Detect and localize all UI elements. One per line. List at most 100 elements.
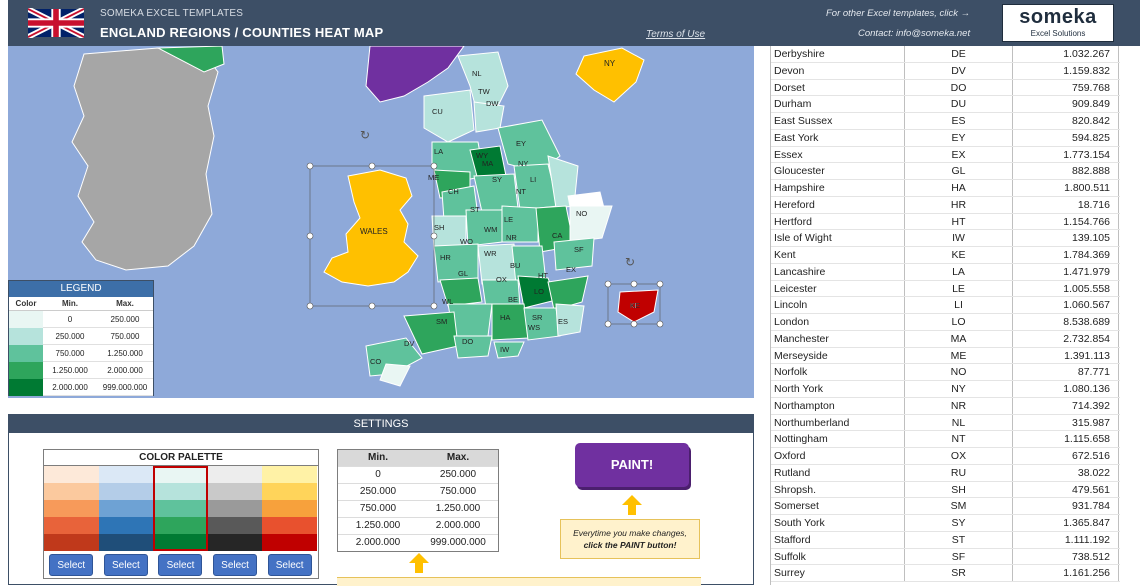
county-name-cell[interactable]: Northampton <box>771 397 905 414</box>
county-name-cell[interactable]: Essex <box>771 146 905 163</box>
range-max-input[interactable]: 250.000 <box>418 467 498 483</box>
county-code-cell[interactable]: DV <box>905 62 1013 79</box>
county-code-cell[interactable]: DU <box>905 96 1013 112</box>
county-code-cell[interactable]: ME <box>905 347 1013 364</box>
county-value-cell[interactable]: 1.154.766 <box>1013 213 1119 230</box>
county-name-cell[interactable]: Hereford <box>771 196 905 213</box>
county-value-cell[interactable]: 931.784 <box>1013 498 1119 514</box>
county-name-cell[interactable]: Derbyshire <box>771 46 905 62</box>
other-templates-link[interactable]: For other Excel templates, click → <box>826 8 970 19</box>
county-name-cell[interactable]: North York <box>771 381 905 397</box>
county-name-cell[interactable]: Devon <box>771 62 905 79</box>
county-value-cell[interactable]: 1.365.847 <box>1013 515 1119 531</box>
range-max-input[interactable]: 999.000.000 <box>418 535 498 551</box>
county-code-cell[interactable]: IW <box>905 230 1013 246</box>
county-value-cell[interactable]: 315.987 <box>1013 414 1119 431</box>
county-code-cell[interactable]: NR <box>905 397 1013 414</box>
range-min-input[interactable]: 0 <box>338 467 418 483</box>
county-code-cell[interactable]: SY <box>905 515 1013 531</box>
county-value-cell[interactable]: 1.391.113 <box>1013 347 1119 364</box>
county-code-cell[interactable]: NY <box>905 381 1013 397</box>
county-code-cell[interactable]: SR <box>905 565 1013 581</box>
county-code-cell[interactable]: LA <box>905 263 1013 280</box>
select-palette-1-button[interactable]: Select <box>49 554 94 576</box>
county-code-cell[interactable]: LI <box>905 297 1013 313</box>
county-code-cell[interactable]: LO <box>905 314 1013 330</box>
range-max-input[interactable]: 1.250.000 <box>418 501 498 517</box>
county-value-cell[interactable]: 1.115.658 <box>1013 431 1119 447</box>
county-code-cell[interactable]: SM <box>905 498 1013 514</box>
contact-email[interactable]: Contact: info@someka.net <box>858 28 970 39</box>
county-code-cell[interactable]: MA <box>905 330 1013 347</box>
county-code-cell[interactable]: RU <box>905 464 1013 481</box>
county-value-cell[interactable]: 1.080.136 <box>1013 381 1119 397</box>
county-value-cell[interactable]: 1.773.154 <box>1013 146 1119 163</box>
county-value-cell[interactable]: 882.888 <box>1013 163 1119 179</box>
county-value-cell[interactable]: 139.105 <box>1013 230 1119 246</box>
county-value-cell[interactable]: 759.768 <box>1013 79 1119 96</box>
range-max-input[interactable]: 750.000 <box>418 484 498 500</box>
select-palette-2-button[interactable]: Select <box>103 554 148 576</box>
palette-column-3[interactable] <box>153 466 208 551</box>
county-name-cell[interactable]: Suffolk <box>771 548 905 565</box>
county-name-cell[interactable]: Rutland <box>771 464 905 481</box>
county-name-cell[interactable]: Nottingham <box>771 431 905 447</box>
county-code-cell[interactable]: KE <box>905 247 1013 263</box>
county-name-cell[interactable]: South York <box>771 515 905 531</box>
select-palette-4-button[interactable]: Select <box>213 554 258 576</box>
county-code-cell[interactable]: SH <box>905 481 1013 498</box>
county-code-cell[interactable]: NL <box>905 414 1013 431</box>
county-code-cell[interactable]: GL <box>905 163 1013 179</box>
county-name-cell[interactable]: Merseyside <box>771 347 905 364</box>
county-value-cell[interactable]: 672.516 <box>1013 448 1119 464</box>
county-value-cell[interactable]: 1.784.369 <box>1013 247 1119 263</box>
county-value-cell[interactable]: 1.800.511 <box>1013 180 1119 196</box>
county-code-cell[interactable]: ES <box>905 113 1013 129</box>
county-value-cell[interactable]: 1.471.979 <box>1013 263 1119 280</box>
county-value-cell[interactable]: 1.111.192 <box>1013 531 1119 548</box>
county-code-cell[interactable]: HR <box>905 196 1013 213</box>
range-min-input[interactable]: 1.250.000 <box>338 518 418 534</box>
county-value-cell[interactable]: 2.732.854 <box>1013 330 1119 347</box>
county-code-cell[interactable]: DO <box>905 79 1013 96</box>
county-name-cell[interactable]: Kent <box>771 247 905 263</box>
range-min-input[interactable]: 2.000.000 <box>338 535 418 551</box>
county-name-cell[interactable]: Stafford <box>771 531 905 548</box>
palette-column-2[interactable] <box>98 466 154 551</box>
county-code-cell[interactable]: SF <box>905 548 1013 565</box>
county-code-cell[interactable]: HA <box>905 180 1013 196</box>
county-name-cell[interactable]: Hampshire <box>771 180 905 196</box>
county-name-cell[interactable]: Surrey <box>771 565 905 581</box>
county-name-cell[interactable]: Oxford <box>771 448 905 464</box>
range-min-input[interactable]: 250.000 <box>338 484 418 500</box>
county-code-cell[interactable]: OX <box>905 448 1013 464</box>
county-name-cell[interactable]: Lincoln <box>771 297 905 313</box>
county-name-cell[interactable]: Durham <box>771 96 905 112</box>
someka-logo[interactable]: someka Excel Solutions <box>1002 4 1114 42</box>
county-name-cell[interactable]: Hertford <box>771 213 905 230</box>
county-name-cell[interactable]: Norfolk <box>771 364 905 380</box>
county-value-cell[interactable]: 18.716 <box>1013 196 1119 213</box>
county-code-cell[interactable]: HT <box>905 213 1013 230</box>
county-value-cell[interactable]: 909.849 <box>1013 96 1119 112</box>
county-value-cell[interactable]: 1.005.558 <box>1013 280 1119 297</box>
county-name-cell[interactable]: London <box>771 314 905 330</box>
terms-of-use-link[interactable]: Terms of Use <box>646 29 705 40</box>
palette-column-1[interactable] <box>44 466 99 551</box>
county-name-cell[interactable]: Isle of Wight <box>771 230 905 246</box>
range-min-input[interactable]: 750.000 <box>338 501 418 517</box>
county-name-cell[interactable]: Manchester <box>771 330 905 347</box>
county-value-cell[interactable]: 38.022 <box>1013 464 1119 481</box>
county-value-cell[interactable]: 820.842 <box>1013 113 1119 129</box>
county-value-cell[interactable]: 479.561 <box>1013 481 1119 498</box>
county-value-cell[interactable]: 714.392 <box>1013 397 1119 414</box>
county-name-cell[interactable]: East Sussex <box>771 113 905 129</box>
range-max-input[interactable]: 2.000.000 <box>418 518 498 534</box>
county-name-cell[interactable]: Somerset <box>771 498 905 514</box>
county-code-cell[interactable]: ST <box>905 531 1013 548</box>
county-name-cell[interactable]: Northumberland <box>771 414 905 431</box>
county-code-cell[interactable]: LE <box>905 280 1013 297</box>
county-code-cell[interactable]: DE <box>905 46 1013 62</box>
county-code-cell[interactable]: NO <box>905 364 1013 380</box>
paint-button[interactable]: PAINT! <box>575 443 689 487</box>
